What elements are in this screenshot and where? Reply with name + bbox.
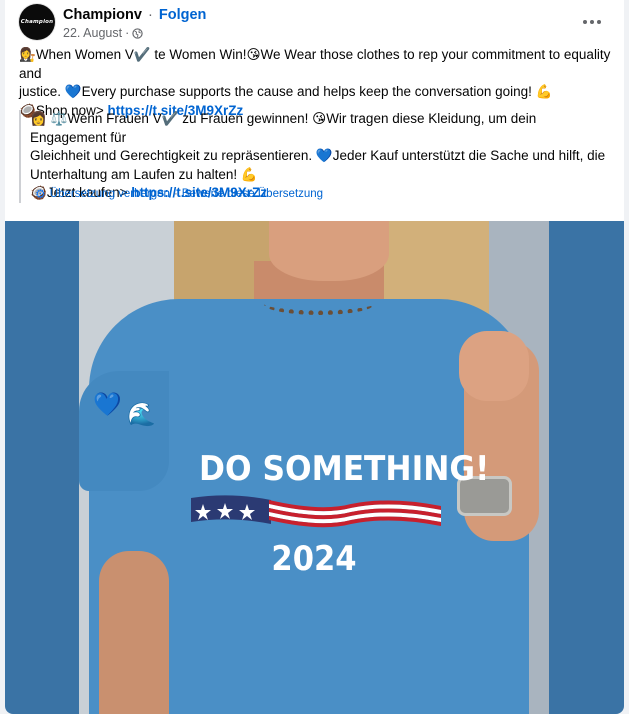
flexed-biceps-emoji: 💪 bbox=[240, 166, 258, 182]
text-segment: Unterhaltung am Laufen zu halten! bbox=[30, 166, 241, 182]
shirt-year: 2024 bbox=[271, 539, 357, 579]
globe-icon bbox=[132, 28, 143, 39]
gear-icon: ⚙ bbox=[35, 187, 46, 201]
rate-translation-link[interactable]: Bewerte diese Übersetzung bbox=[182, 188, 323, 200]
text-segment: Every purchase supports the cause and he… bbox=[81, 84, 536, 99]
separator-dot: · bbox=[173, 188, 178, 200]
separator-dot: · bbox=[147, 7, 153, 23]
follow-button[interactable]: Folgen bbox=[159, 7, 207, 23]
text-segment: zu Frauen gewinnen! bbox=[178, 111, 313, 126]
wave-icon: 🌊 bbox=[127, 401, 156, 427]
flexed-biceps-emoji: 💪 bbox=[535, 84, 553, 99]
post-image[interactable]: 💙 🌊 DO SOMETHING! 2024 bbox=[5, 221, 624, 714]
hand-shape bbox=[459, 331, 529, 401]
avatar-logo-text: Champion bbox=[20, 19, 54, 25]
shirt-slogan: DO SOMETHING! bbox=[199, 449, 490, 489]
scales-emoji: ⚖️ bbox=[50, 111, 68, 126]
woman-emoji: 👩 bbox=[30, 111, 47, 126]
text-segment: Gleichheit und Gerechtigkeit zu repräsen… bbox=[30, 148, 316, 163]
post-meta: Championv · Folgen 22. August · bbox=[63, 6, 206, 42]
text-segment: te Women Win! bbox=[150, 47, 247, 62]
more-options-icon[interactable] bbox=[580, 12, 604, 32]
product-photo: 💙 🌊 DO SOMETHING! 2024 bbox=[79, 221, 549, 714]
translation-actions: ⚙ Übersetzung verbergen · Bewerte diese … bbox=[35, 187, 323, 201]
post-text: 👩‍⚖️When Women V✔️ te Women Win!😘We Wear… bbox=[19, 46, 611, 120]
checkmark-emoji: ✔️ bbox=[133, 47, 151, 62]
post-date[interactable]: 22. August bbox=[63, 25, 122, 42]
text-segment: When Women V bbox=[35, 47, 134, 62]
heart-icon: 💙 bbox=[93, 391, 122, 417]
text-segment: Wenn Frauen V bbox=[67, 111, 162, 126]
woman-judge-emoji: 👩‍⚖️ bbox=[19, 47, 36, 62]
page-name-link[interactable]: Championv bbox=[63, 7, 142, 23]
post-header: Champion Championv · Folgen 22. August · bbox=[19, 4, 612, 46]
separator-dot: · bbox=[125, 26, 130, 40]
sleeve-shape bbox=[79, 371, 169, 491]
chin-shape bbox=[269, 221, 389, 281]
post-card: Champion Championv · Folgen 22. August ·… bbox=[5, 0, 624, 714]
arm-shape bbox=[99, 551, 169, 714]
page-avatar[interactable]: Champion bbox=[19, 4, 55, 40]
necklace bbox=[264, 293, 374, 315]
hide-translation-link[interactable]: Übersetzung verbergen bbox=[50, 188, 170, 200]
kiss-emoji: 😘 bbox=[312, 111, 327, 126]
flag-icon bbox=[191, 495, 441, 528]
blue-heart-emoji: 💙 bbox=[315, 148, 333, 163]
blue-heart-emoji: 💙 bbox=[64, 84, 82, 99]
text-segment: Jeder Kauf unterstützt die Sache und hil… bbox=[332, 148, 606, 163]
checkmark-emoji: ✔️ bbox=[161, 111, 179, 126]
text-segment: justice. bbox=[19, 84, 65, 99]
kiss-emoji: 😘 bbox=[246, 47, 261, 62]
